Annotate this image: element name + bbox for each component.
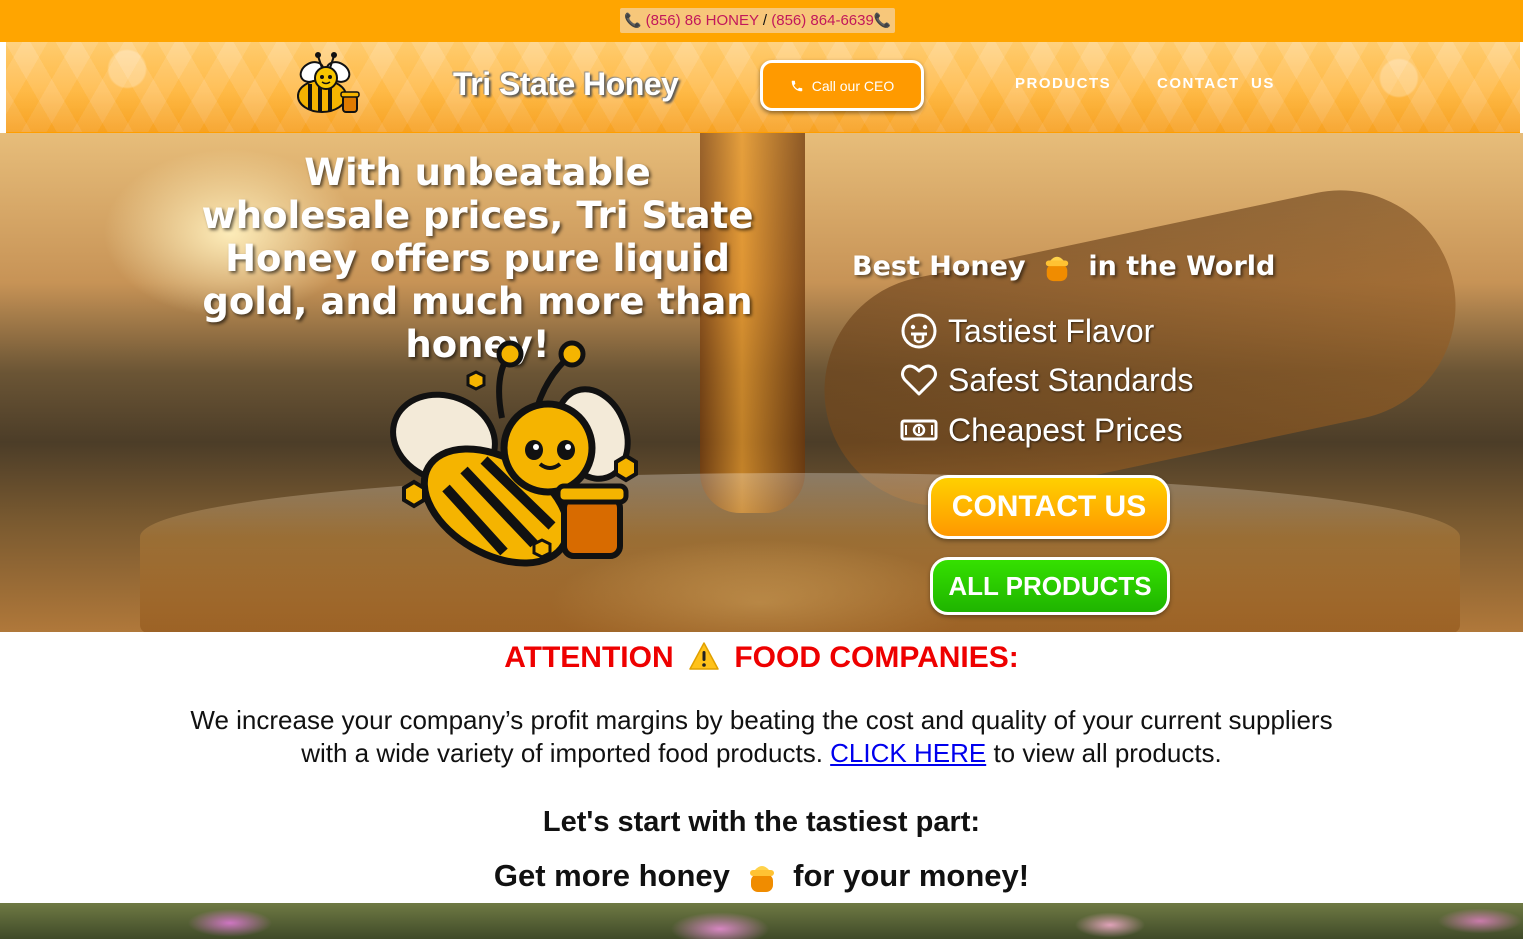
phone-link-number[interactable]: (856) 864-6639 <box>771 12 874 29</box>
feature-item: Cheapest Prices <box>900 410 1183 450</box>
intro-text-end: to view all products. <box>993 738 1222 768</box>
nav-contact-us[interactable]: CONTACT US <box>1157 75 1275 92</box>
site-header: Tri State Honey Call our CEO PRODUCTS CO… <box>6 42 1520 136</box>
attention-prefix: ATTENTION <box>504 641 674 674</box>
top-bar: 📞 (856) 86 HONEY / (856) 864-6639📞 <box>0 0 1523 42</box>
more-honey-prefix: Get more honey <box>493 858 730 893</box>
phone-icon: 📞 <box>873 12 892 28</box>
all-products-button[interactable]: ALL PRODUCTS <box>930 557 1170 615</box>
phone-link-honey[interactable]: (856) 86 HONEY <box>646 12 759 29</box>
glass-bowl-image <box>140 473 1460 632</box>
best-honey-heading: Best Honey in the World <box>852 251 1275 283</box>
phone-icon <box>791 80 803 91</box>
tongue-face-icon <box>901 313 937 349</box>
warning-icon <box>689 642 719 670</box>
call-ceo-label: Call our CEO <box>811 77 895 94</box>
money-bill-icon <box>900 419 938 441</box>
honey-pot-icon <box>1045 256 1069 281</box>
feature-item: Safest Standards <box>900 360 1193 400</box>
more-honey-heading: Get more honey for your money! <box>0 858 1523 894</box>
nav-products[interactable]: PRODUCTS <box>1015 75 1111 92</box>
site-title[interactable]: Tri State Honey <box>453 66 679 103</box>
tastiest-part-heading: Let's start with the tastiest part: <box>542 806 981 838</box>
hero-headline: With unbeatable wholesale prices, Tri St… <box>201 151 754 366</box>
click-here-link[interactable]: CLICK HERE <box>830 738 986 768</box>
feature-label: Safest Standards <box>948 361 1194 398</box>
feature-item: Tastiest Flavor <box>900 311 1154 351</box>
bee-logo-icon[interactable] <box>288 50 364 118</box>
attention-heading: ATTENTION FOOD COMPANIES: <box>0 641 1523 675</box>
feature-label: Tastiest Flavor <box>948 312 1155 349</box>
flowers-banner-image <box>0 903 1523 939</box>
intro-paragraph: We increase your company’s profit margin… <box>180 704 1343 770</box>
phone-icon: 📞 <box>624 12 642 28</box>
contact-us-button[interactable]: CONTACT US <box>928 475 1170 539</box>
honey-pot-icon <box>749 865 774 892</box>
phone-separator: / <box>762 12 768 29</box>
call-ceo-button[interactable]: Call our CEO <box>760 60 924 111</box>
feature-label: Cheapest Prices <box>948 411 1183 448</box>
phone-numbers: 📞 (856) 86 HONEY / (856) 864-6639📞 <box>620 8 896 33</box>
attention-suffix: FOOD COMPANIES: <box>734 641 1019 674</box>
hero-section: With unbeatable wholesale prices, Tri St… <box>0 133 1523 632</box>
heart-icon <box>901 364 937 396</box>
more-honey-suffix: for your money! <box>793 858 1030 893</box>
bee-mascot-icon <box>390 340 638 567</box>
best-honey-prefix: Best Honey <box>852 251 1026 282</box>
best-honey-suffix: in the World <box>1088 251 1276 282</box>
